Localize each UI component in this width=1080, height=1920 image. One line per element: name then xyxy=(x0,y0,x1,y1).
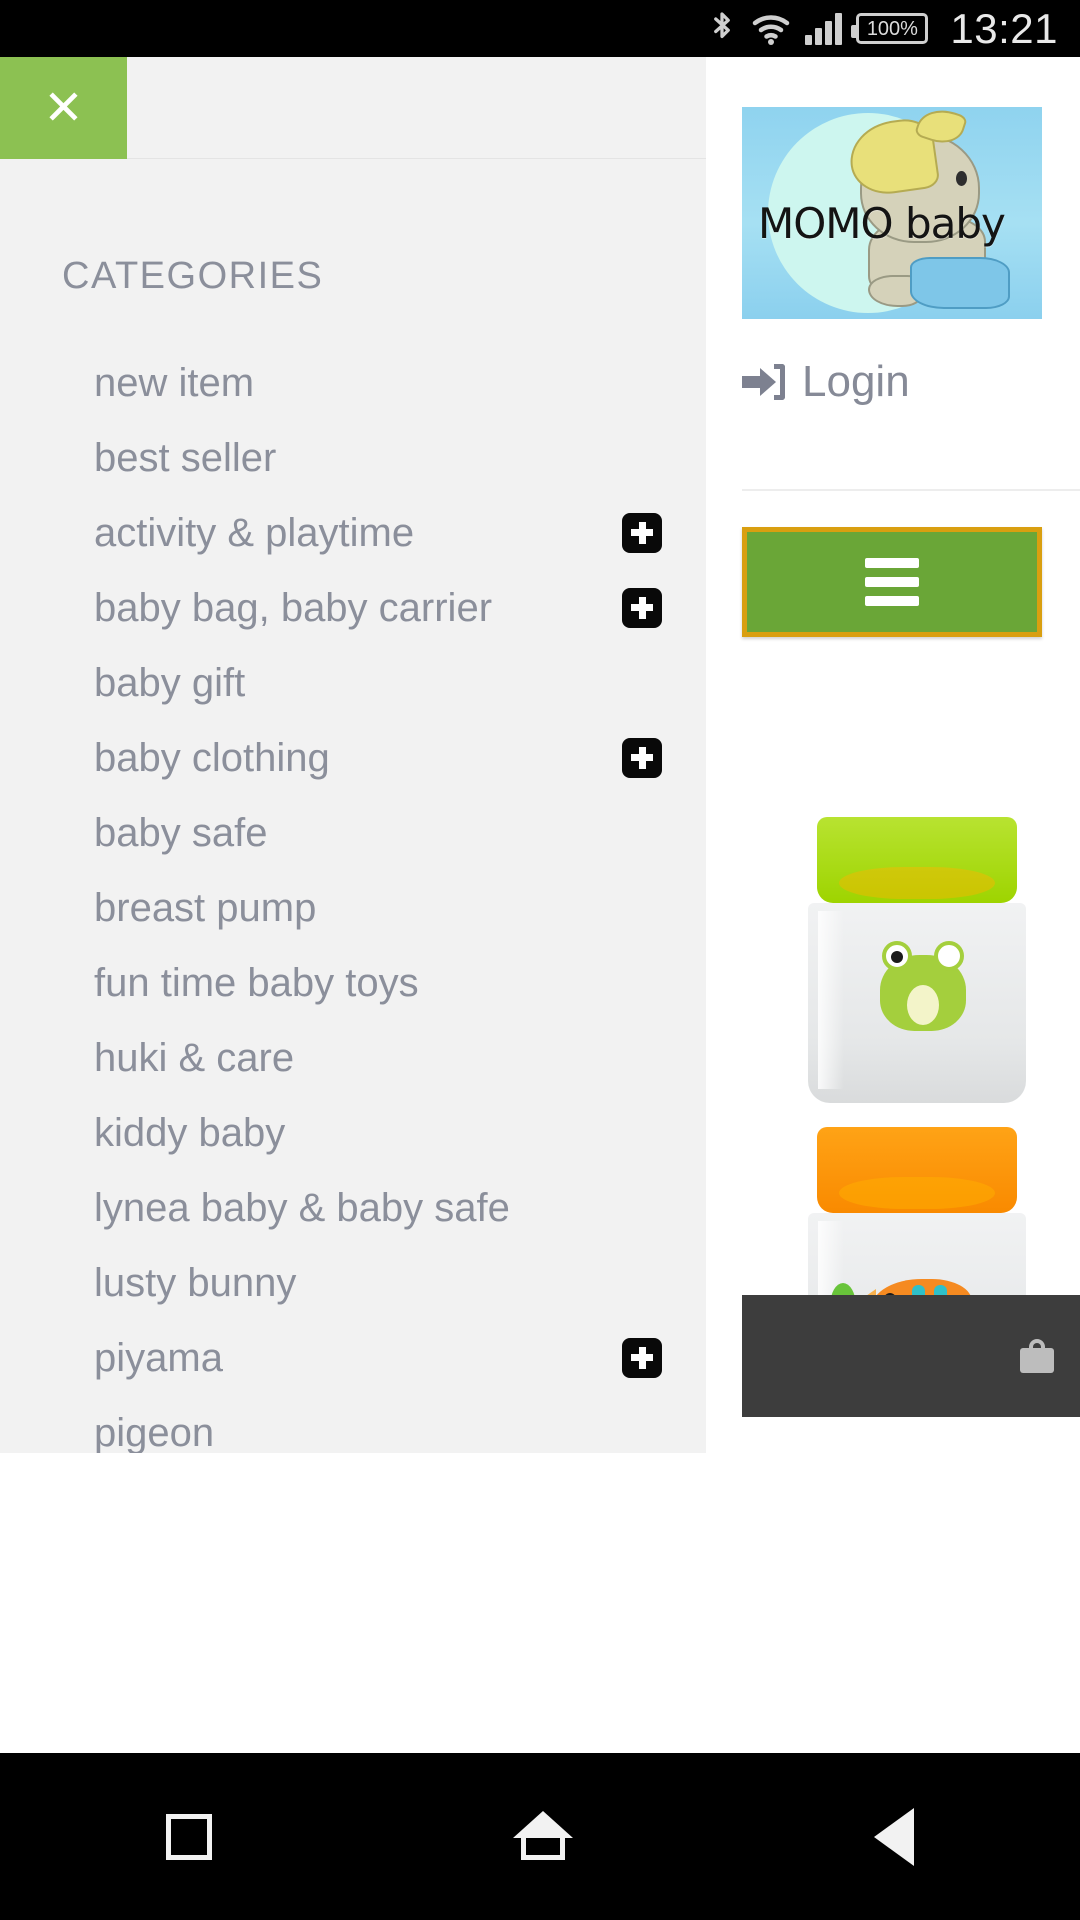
category-item-label: baby bag, baby carrier xyxy=(94,585,493,630)
category-item-label: huki & care xyxy=(94,1035,295,1080)
category-item[interactable]: kiddy baby xyxy=(0,1095,706,1170)
signal-bars-icon xyxy=(805,12,843,45)
recents-square-icon[interactable] xyxy=(165,1813,212,1860)
category-item[interactable]: huki & care xyxy=(0,1020,706,1095)
category-item-label: baby safe xyxy=(94,810,268,855)
category-item[interactable]: baby clothing xyxy=(0,720,706,795)
logo-wordmark: MOMO baby xyxy=(758,199,1006,248)
category-item[interactable]: lynea baby & baby safe xyxy=(0,1170,706,1245)
category-item-label: best seller xyxy=(94,435,277,480)
category-item[interactable]: new item xyxy=(0,345,706,420)
category-item-label: baby gift xyxy=(94,660,246,705)
bottle-body xyxy=(808,903,1026,1103)
drawer-header: ✕ xyxy=(0,57,706,159)
category-item[interactable]: activity & playtime xyxy=(0,495,706,570)
shopping-bag-icon xyxy=(1020,1339,1054,1373)
expand-plus-icon[interactable] xyxy=(622,587,662,628)
category-item[interactable]: baby bag, baby carrier xyxy=(0,570,706,645)
menu-toggle-button[interactable] xyxy=(742,527,1042,637)
categories-heading: CATEGORIES xyxy=(62,255,324,297)
battery-level-text: 100% xyxy=(866,17,918,40)
category-item[interactable]: lusty bunny xyxy=(0,1245,706,1320)
category-item[interactable]: piyama xyxy=(0,1320,706,1395)
product-bottle-frog[interactable] xyxy=(802,817,1032,1103)
category-item-label: activity & playtime xyxy=(94,510,415,555)
close-icon: ✕ xyxy=(43,80,84,136)
category-item-label: fun time baby toys xyxy=(94,960,419,1005)
category-item-label: new item xyxy=(94,360,255,405)
expand-plus-icon[interactable] xyxy=(622,737,662,778)
phone-screen: 100% 13:21 MOMO baby Login ✕ CATEGORIES … xyxy=(0,0,1080,1920)
back-triangle-icon[interactable] xyxy=(874,1807,915,1866)
close-drawer-button[interactable]: ✕ xyxy=(0,57,127,159)
category-item-label: baby clothing xyxy=(94,735,330,780)
category-item[interactable]: pigeon xyxy=(0,1395,706,1453)
battery-indicator: 100% xyxy=(851,13,929,44)
frog-graphic xyxy=(880,941,966,1031)
category-drawer: ✕ CATEGORIES new item best seller activity… xyxy=(0,57,706,1453)
category-item[interactable]: fun time baby toys xyxy=(0,945,706,1020)
logo-baby-eye xyxy=(956,171,967,186)
category-item-label: piyama xyxy=(94,1335,223,1380)
category-list: new item best seller activity & playtime ba… xyxy=(0,345,706,1453)
status-bar-clock: 13:21 xyxy=(950,4,1058,52)
category-item[interactable]: best seller xyxy=(0,420,706,495)
site-logo[interactable]: MOMO baby xyxy=(742,107,1042,319)
sign-in-icon xyxy=(742,362,786,402)
logo-baby-diaper xyxy=(910,257,1010,309)
expand-plus-icon[interactable] xyxy=(622,512,662,553)
category-item[interactable]: baby gift xyxy=(0,645,706,720)
bottle-cap-green xyxy=(817,817,1017,903)
category-item-label: kiddy baby xyxy=(94,1110,286,1155)
cart-overlay-bar[interactable] xyxy=(742,1295,1080,1417)
login-label: Login xyxy=(802,357,910,406)
category-item-label: breast pump xyxy=(94,885,317,930)
category-item-label: lynea baby & baby safe xyxy=(94,1185,510,1230)
category-item-label: lusty bunny xyxy=(94,1260,297,1305)
wifi-icon xyxy=(751,12,791,46)
android-nav-bar xyxy=(0,1753,1080,1920)
bluetooth-icon xyxy=(707,10,737,48)
expand-plus-icon[interactable] xyxy=(622,1337,662,1378)
category-item[interactable]: baby safe xyxy=(0,795,706,870)
content-divider xyxy=(742,489,1080,491)
category-item-label: pigeon xyxy=(94,1410,215,1453)
category-item[interactable]: breast pump xyxy=(0,870,706,945)
bottle-cap-orange xyxy=(817,1127,1017,1213)
status-bar: 100% 13:21 xyxy=(0,0,1080,57)
login-link[interactable]: Login xyxy=(742,357,910,407)
hamburger-icon xyxy=(865,558,919,606)
